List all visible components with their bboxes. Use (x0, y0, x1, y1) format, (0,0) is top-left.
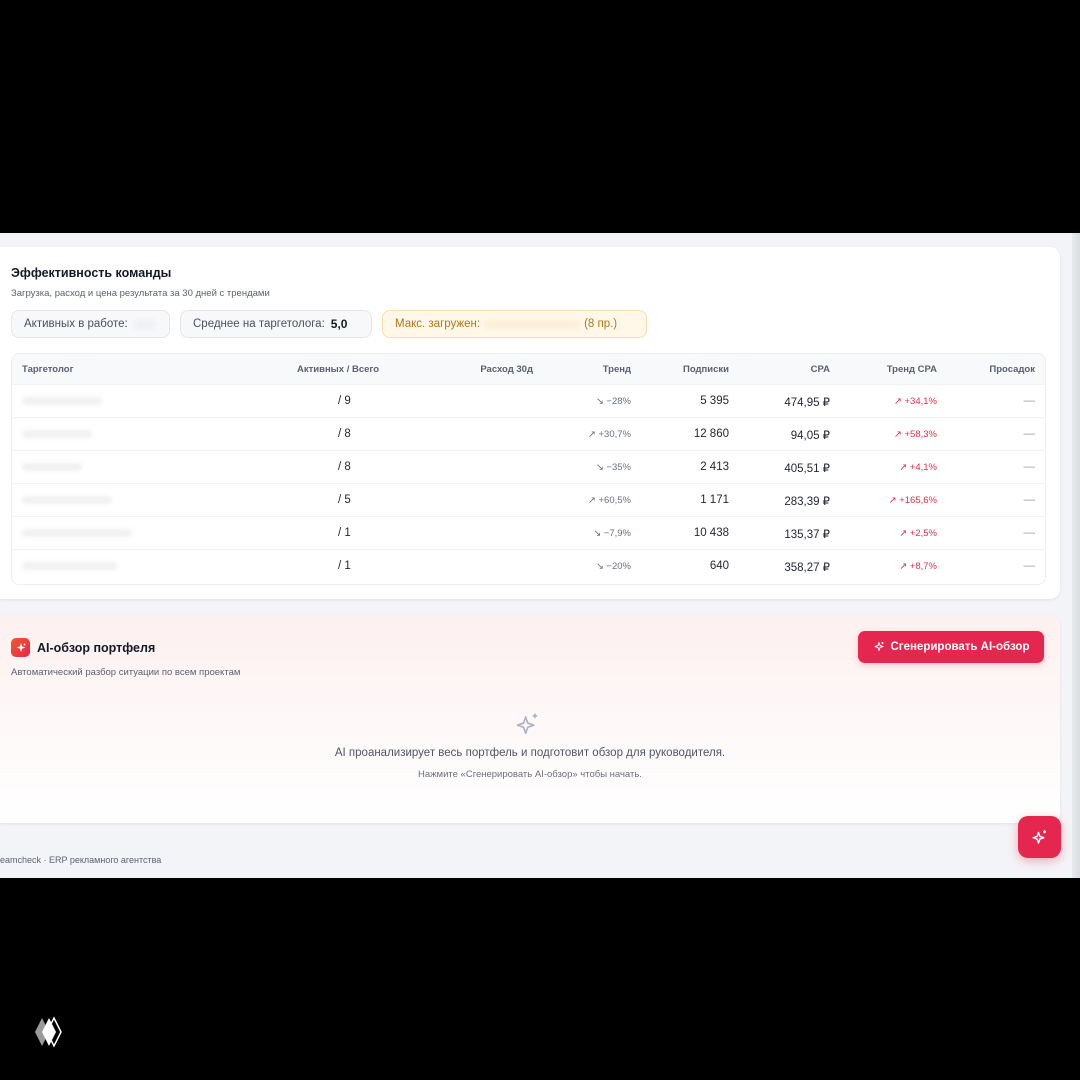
ai-assistant-fab[interactable] (1018, 816, 1061, 858)
footer-text: eamcheck · ERP рекламного агентства (0, 855, 162, 865)
empty-state-message: AI проанализирует весь портфель и подгот… (334, 747, 726, 759)
cell-cpa: 94,05 ₽ (790, 430, 830, 442)
stat-average-per-targetologist: Среднее на таргетолога: 5,0 (180, 310, 372, 338)
team-efficiency-subtitle: Загрузка, расход и цена результата за 30… (11, 288, 270, 299)
cell-subscriptions: 2 413 (700, 461, 729, 473)
cell-cpa: 283,39 ₽ (784, 496, 830, 508)
cell-subscriptions: 640 (709, 560, 729, 572)
cell-trend: ↘ −28% (595, 396, 631, 407)
column-header-spend[interactable]: Расход 30д (480, 364, 533, 375)
table-row[interactable]: / 9 ↘ −28% 5 395 474,95 ₽ ↗ +34,1% — (12, 384, 1045, 418)
stat-max-value: (8 пр.) (584, 318, 618, 330)
stat-max-loaded: Макс. загружен: (8 пр.) (382, 310, 647, 338)
stat-active-in-work: Активных в работе: (11, 310, 170, 338)
window-edge (1072, 233, 1080, 878)
column-header-active-total[interactable]: Активных / Всего (297, 364, 379, 375)
cell-cpa: 358,27 ₽ (784, 562, 830, 574)
sparkles-icon (874, 642, 883, 651)
column-header-trend[interactable]: Тренд (603, 364, 631, 375)
table-row[interactable]: / 1 ↘ −20% 640 358,27 ₽ ↗ +8,7% — (12, 549, 1045, 583)
cell-drawdowns: — (1023, 395, 1036, 407)
cell-cpa-trend: ↗ +8,7% (899, 561, 937, 572)
table-row[interactable]: / 1 ↘ −7,9% 10 438 135,37 ₽ ↗ +2,5% — (12, 516, 1045, 550)
stat-avg-value: 5,0 (330, 317, 348, 331)
cell-active: / 1 (338, 527, 351, 539)
team-efficiency-title: Эффективность команды (11, 266, 172, 280)
cell-cpa-trend: ↗ +2,5% (899, 528, 937, 539)
redacted-name (22, 430, 92, 438)
cell-drawdowns: — (1023, 494, 1036, 506)
redacted-name (22, 463, 82, 471)
cell-subscriptions: 10 438 (693, 527, 729, 539)
cell-trend: ↗ +60,5% (587, 495, 631, 506)
cell-cpa-trend: ↗ +165,6% (888, 495, 937, 506)
cell-subscriptions: 12 860 (693, 428, 729, 440)
stat-active-label: Активных в работе: (24, 318, 128, 330)
redacted-value (133, 319, 156, 329)
empty-state-hint: Нажмите «Сгенерировать AI-обзор» чтобы н… (418, 769, 642, 780)
generate-ai-overview-button[interactable]: Сгенерировать AI-обзор (858, 631, 1044, 663)
cell-trend: ↗ +30,7% (587, 429, 631, 440)
cell-active: / 1 (338, 560, 351, 572)
stat-avg-label: Среднее на таргетолога: (193, 318, 325, 330)
cell-drawdowns: — (1023, 527, 1036, 539)
column-header-cpa-trend[interactable]: Тренд CPA (887, 364, 937, 375)
ai-portfolio-card: AI-обзор портфеля Автоматический разбор … (0, 615, 1060, 823)
cell-drawdowns: — (1023, 461, 1036, 473)
cell-active: / 8 (338, 428, 351, 440)
column-header-targetologist[interactable]: Таргетолог (22, 364, 74, 375)
cell-drawdowns: — (1023, 428, 1036, 440)
sparkles-icon (514, 710, 542, 743)
redacted-name (22, 397, 102, 405)
column-header-cpa[interactable]: CPA (811, 364, 830, 375)
cell-subscriptions: 5 395 (700, 395, 729, 407)
redacted-name (22, 562, 117, 570)
redacted-name (22, 496, 112, 504)
column-header-subscriptions[interactable]: Подписки (683, 364, 729, 375)
cell-active: / 5 (338, 494, 351, 506)
redacted-name (484, 319, 581, 329)
cell-cpa-trend: ↗ +4,1% (899, 462, 937, 473)
table-row[interactable]: / 8 ↗ +30,7% 12 860 94,05 ₽ ↗ +58,3% — (12, 417, 1045, 451)
cell-cpa: 474,95 ₽ (784, 397, 830, 409)
redacted-name (22, 529, 132, 537)
cell-subscriptions: 1 171 (700, 494, 729, 506)
cell-trend: ↘ −35% (595, 462, 631, 473)
app-screen: Эффективность команды Загрузка, расход и… (0, 233, 1080, 878)
cell-trend: ↘ −7,9% (593, 528, 631, 539)
cell-cpa: 405,51 ₽ (784, 463, 830, 475)
sparkles-icon (1032, 830, 1046, 844)
cell-cpa-trend: ↗ +34,1% (893, 396, 937, 407)
table-row[interactable]: / 5 ↗ +60,5% 1 171 283,39 ₽ ↗ +165,6% — (12, 483, 1045, 517)
ai-portfolio-title: AI-обзор портфеля (37, 641, 156, 655)
team-table: Таргетолог Активных / Всего Расход 30д Т… (11, 353, 1046, 585)
diamond-logo-icon (33, 1016, 65, 1053)
stat-max-label: Макс. загружен: (395, 318, 481, 330)
cell-cpa: 135,37 ₽ (784, 529, 830, 541)
cell-drawdowns: — (1023, 560, 1036, 572)
table-row[interactable]: / 8 ↘ −35% 2 413 405,51 ₽ ↗ +4,1% — (12, 450, 1045, 484)
cell-active: / 8 (338, 461, 351, 473)
ai-portfolio-subtitle: Автоматический разбор ситуации по всем п… (11, 667, 241, 678)
cell-trend: ↘ −20% (595, 561, 631, 572)
cell-cpa-trend: ↗ +58,3% (893, 429, 937, 440)
table-header: Таргетолог Активных / Всего Расход 30д Т… (12, 354, 1045, 384)
sparkles-icon (11, 638, 30, 657)
cell-active: / 9 (338, 395, 351, 407)
generate-ai-overview-label: Сгенерировать AI-обзор (890, 641, 1030, 653)
team-efficiency-card: Эффективность команды Загрузка, расход и… (0, 247, 1060, 599)
column-header-drawdowns[interactable]: Просадок (989, 364, 1035, 375)
